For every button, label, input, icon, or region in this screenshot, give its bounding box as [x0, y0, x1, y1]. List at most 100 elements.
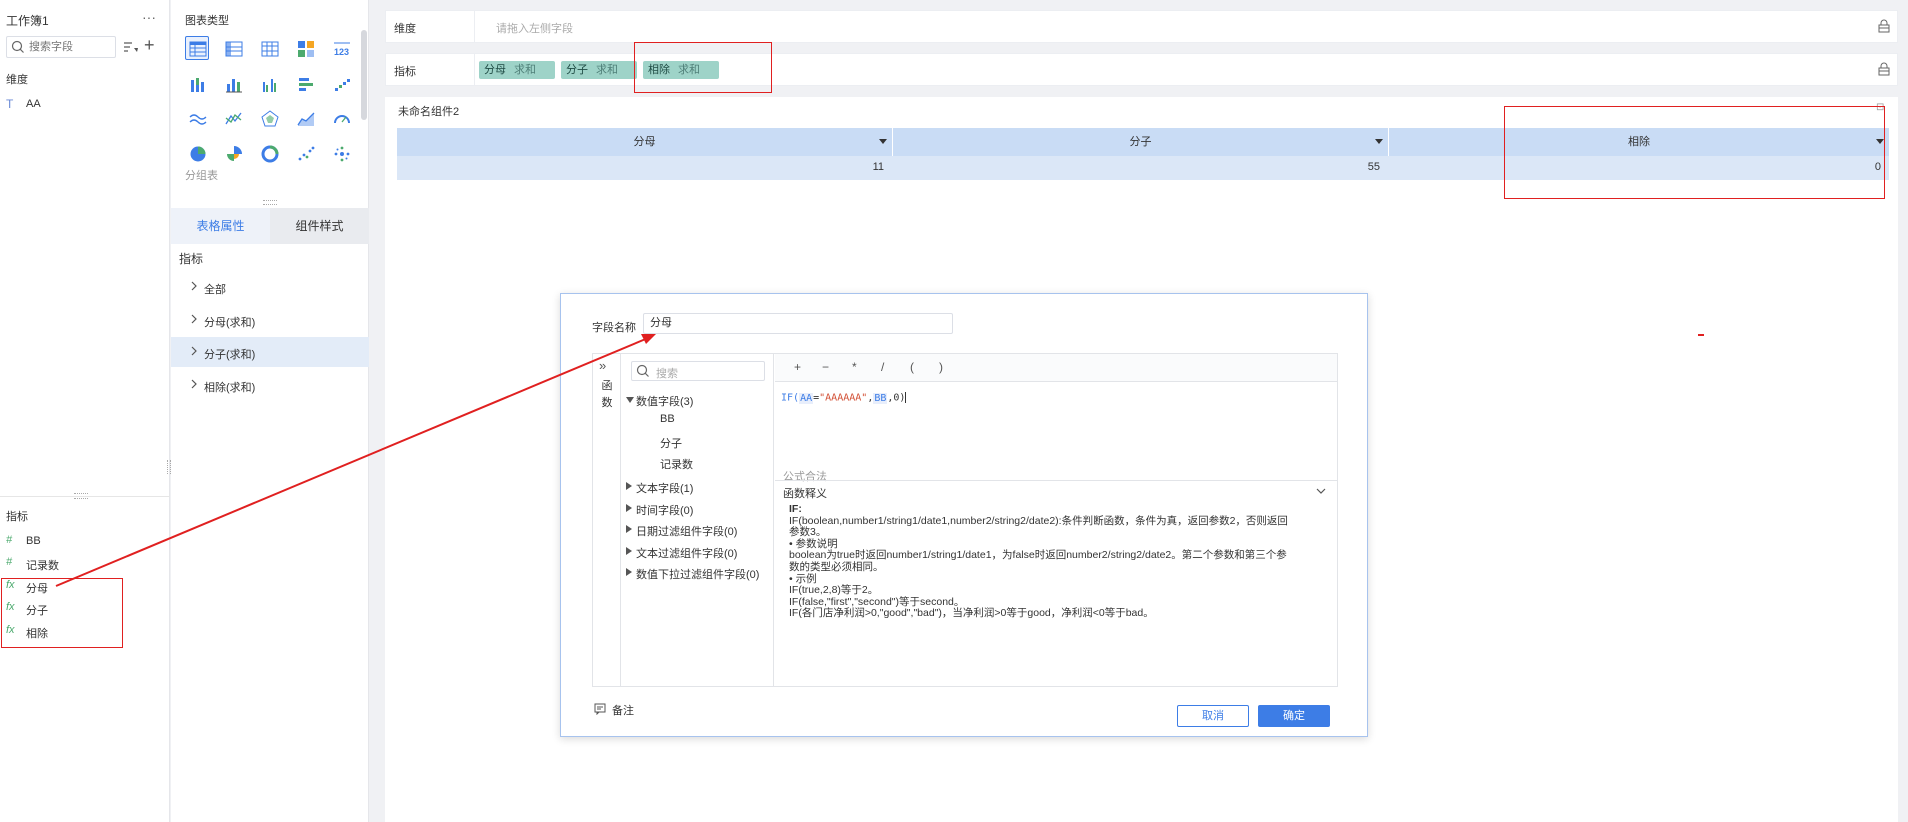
- pill-name: 分母: [484, 64, 506, 76]
- tree-item-denominator-sum[interactable]: 分母(求和): [171, 305, 369, 335]
- metrics-label: 指标: [179, 252, 204, 266]
- tab-component-style[interactable]: 组件样式: [270, 208, 369, 244]
- caret-right-icon: [626, 568, 632, 576]
- resize-handle[interactable]: [263, 200, 277, 205]
- cancel-button[interactable]: 取消: [1177, 705, 1249, 727]
- field-name-input[interactable]: 分母: [643, 313, 953, 334]
- chart-type-pie-button[interactable]: [185, 141, 209, 165]
- field-search-box[interactable]: [6, 36, 116, 58]
- chart-type-table-button[interactable]: [185, 36, 209, 60]
- bar-chart-icon: [226, 79, 242, 93]
- chevron-down-icon[interactable]: [1315, 485, 1327, 497]
- more-horizontal-icon[interactable]: ···: [142, 9, 156, 25]
- tree-item-all[interactable]: 全部: [171, 272, 369, 302]
- tree-item-label: 全部: [204, 284, 226, 296]
- grouped-bar-icon: [263, 79, 276, 92]
- measure-field-record-count[interactable]: # 记录数: [6, 554, 156, 574]
- field-group-date-filter[interactable]: 日期过滤组件字段(0): [626, 521, 766, 539]
- dimension-field-aa[interactable]: T AA: [6, 96, 156, 114]
- chart-type-bubble-button[interactable]: [329, 141, 353, 165]
- tree-item-numerator-sum[interactable]: 分子(求和): [171, 337, 369, 367]
- formula-rest: ,0): [887, 392, 906, 404]
- chart-type-tiles-button[interactable]: [293, 36, 317, 60]
- chart-type-line-button[interactable]: [185, 106, 209, 130]
- field-search-box[interactable]: 搜索: [631, 361, 765, 381]
- close-paren-button[interactable]: ): [939, 360, 943, 374]
- scatter-icon: [298, 146, 315, 161]
- annotation-box-divide-pill: [634, 42, 772, 93]
- open-paren-button[interactable]: (: [910, 360, 914, 374]
- field-search-input[interactable]: [29, 39, 113, 55]
- chart-type-scatter-button[interactable]: [329, 72, 353, 96]
- rose-chart-icon: [227, 146, 242, 161]
- chart-type-cross-table-button[interactable]: [257, 36, 281, 60]
- scrollbar[interactable]: [361, 30, 367, 120]
- confirm-button[interactable]: 确定: [1258, 705, 1330, 727]
- operator-toolbar: + − * / ( ): [775, 354, 1337, 382]
- minus-operator-button[interactable]: −: [822, 360, 829, 374]
- measure-pill-numerator[interactable]: 分子 求和: [561, 61, 637, 79]
- chart-type-radar-button[interactable]: [257, 106, 281, 130]
- measure-pill-denominator[interactable]: 分母 求和: [479, 61, 555, 79]
- field-group-text-filter[interactable]: 文本过滤组件字段(0): [626, 543, 766, 561]
- dimension-section-label: 维度: [6, 74, 28, 86]
- dimension-shelf-placeholder: 请拖入左侧字段: [496, 23, 573, 35]
- field-group-numeric-dropdown-filter[interactable]: 数值下拉过滤组件字段(0): [626, 564, 772, 582]
- field-group-text[interactable]: 文本字段(1): [626, 478, 766, 496]
- resize-handle[interactable]: [74, 493, 88, 499]
- sort-dropdown-icon[interactable]: [1375, 139, 1383, 144]
- chart-type-grouped-bar-button[interactable]: [257, 72, 281, 96]
- tab-table-properties[interactable]: 表格属性: [171, 208, 270, 244]
- function-rail[interactable]: » 函数: [593, 354, 621, 686]
- pill-aggregation: 求和: [596, 64, 618, 76]
- workbook-title: 工作簿1: [6, 14, 49, 28]
- column-header-denominator[interactable]: 分母: [397, 128, 892, 156]
- chart-type-stack-button[interactable]: [185, 72, 209, 96]
- note-button[interactable]: 备注: [594, 702, 654, 717]
- lock-icon[interactable]: [1876, 18, 1892, 34]
- chart-type-rose-button[interactable]: [221, 141, 245, 165]
- comment-icon: [594, 703, 606, 715]
- chart-type-dot-button[interactable]: [293, 141, 317, 165]
- sort-dropdown-icon[interactable]: [879, 139, 887, 144]
- tree-item-divide-sum[interactable]: 相除(求和): [171, 370, 369, 400]
- function-help-text: IF: IF(boolean,number1/string1/date1,num…: [789, 503, 1319, 620]
- chart-type-number-button[interactable]: 123: [329, 36, 353, 60]
- dimension-shelf[interactable]: 维度 请拖入左侧字段: [385, 10, 1898, 43]
- search-icon: [636, 364, 649, 377]
- field-group-label: 数值下拉过滤组件字段(0): [636, 569, 760, 581]
- measure-shelf[interactable]: 指标 分母 求和 分子 求和 相除 求和: [385, 53, 1898, 86]
- help-line: IF(boolean,number1/string1/date1,number2…: [789, 514, 1288, 527]
- formula-text-area[interactable]: IF(AA="AAAAAA",BB,0): [781, 392, 907, 404]
- expand-icon[interactable]: »: [599, 358, 606, 373]
- chart-type-donut-button[interactable]: [257, 141, 281, 165]
- field-item-record-count[interactable]: 记录数: [660, 456, 693, 474]
- chart-type-area-button[interactable]: [293, 106, 317, 130]
- divide-operator-button[interactable]: /: [881, 360, 884, 374]
- detail-table-icon: [225, 41, 243, 57]
- chart-type-hbar-button[interactable]: [293, 72, 317, 96]
- function-explanation-header[interactable]: 函数释义: [775, 480, 1337, 502]
- chevron-right-icon: [191, 314, 197, 324]
- chart-type-gauge-button[interactable]: [329, 106, 353, 130]
- chart-type-detail-table-button[interactable]: [221, 36, 245, 60]
- field-label: AA: [26, 98, 41, 110]
- plus-operator-button[interactable]: +: [794, 360, 801, 374]
- field-item-numerator[interactable]: 分子: [660, 435, 682, 453]
- chart-type-polyline-button[interactable]: [221, 106, 245, 130]
- multiply-operator-button[interactable]: *: [852, 360, 857, 374]
- field-group-time[interactable]: 时间字段(0): [626, 500, 766, 518]
- field-group-label: 数值字段(3): [636, 396, 694, 408]
- radar-icon: [261, 110, 279, 127]
- lock-icon[interactable]: [1876, 61, 1892, 77]
- sort-icon[interactable]: [122, 38, 140, 56]
- field-item-bb[interactable]: BB: [660, 413, 675, 431]
- help-line: 数的类型必须相同。: [789, 560, 884, 573]
- measure-field-bb[interactable]: # BB: [6, 532, 156, 552]
- component-title: 未命名组件2: [398, 106, 460, 118]
- grouped-table-icon: [189, 41, 207, 57]
- add-field-icon[interactable]: +: [144, 35, 155, 55]
- chart-type-bar-button[interactable]: [221, 72, 245, 96]
- column-header-numerator[interactable]: 分子: [893, 128, 1388, 156]
- field-group-numeric[interactable]: 数值字段(3): [626, 391, 766, 409]
